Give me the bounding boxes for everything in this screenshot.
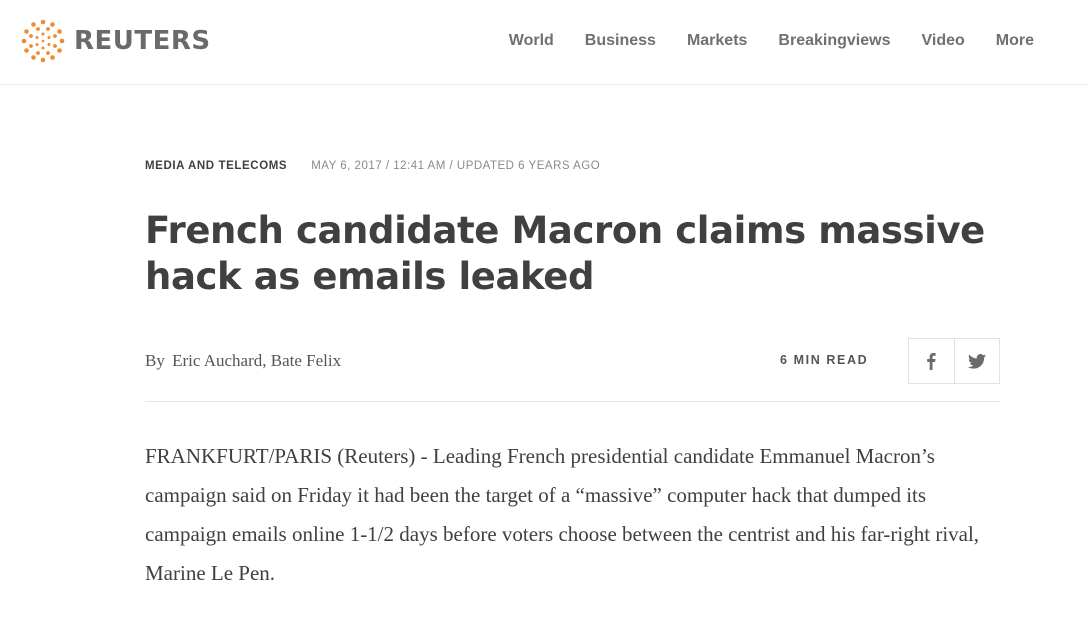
article-meta: MEDIA AND TELECOMS MAY 6, 2017 / 12:41 A… bbox=[145, 160, 600, 172]
share-buttons bbox=[908, 338, 1000, 384]
reuters-logo-icon bbox=[21, 19, 65, 63]
logo-text: REUTERS bbox=[74, 26, 211, 56]
reuters-logo[interactable]: REUTERS bbox=[20, 18, 211, 64]
nav-breakingviews[interactable]: Breakingviews bbox=[778, 32, 890, 50]
nav-more[interactable]: More bbox=[996, 32, 1034, 50]
byline-prefix: By bbox=[145, 351, 165, 370]
site-header: REUTERS World Business Markets Breakingv… bbox=[0, 0, 1089, 85]
byline-divider bbox=[145, 401, 1000, 402]
byline-authors[interactable]: Eric Auchard, Bate Felix bbox=[172, 351, 341, 370]
nav-business[interactable]: Business bbox=[585, 32, 656, 50]
byline: By Eric Auchard, Bate Felix bbox=[145, 351, 341, 371]
main-nav: World Business Markets Breakingviews Vid… bbox=[478, 32, 1034, 50]
twitter-icon bbox=[967, 353, 986, 369]
section-label[interactable]: MEDIA AND TELECOMS bbox=[145, 160, 287, 172]
nav-world[interactable]: World bbox=[509, 32, 554, 50]
nav-markets[interactable]: Markets bbox=[687, 32, 747, 50]
article-date: MAY 6, 2017 / 12:41 AM / UPDATED 6 YEARS… bbox=[311, 160, 601, 172]
article-title: French candidate Macron claims massive h… bbox=[145, 209, 985, 298]
nav-video[interactable]: Video bbox=[921, 32, 964, 50]
facebook-share-button[interactable] bbox=[909, 339, 954, 383]
twitter-share-button[interactable] bbox=[953, 339, 1000, 383]
read-time: 6 MIN READ bbox=[780, 353, 869, 367]
article-body-paragraph: FRANKFURT/PARIS (Reuters) - Leading Fren… bbox=[145, 444, 980, 585]
facebook-icon bbox=[927, 353, 936, 370]
